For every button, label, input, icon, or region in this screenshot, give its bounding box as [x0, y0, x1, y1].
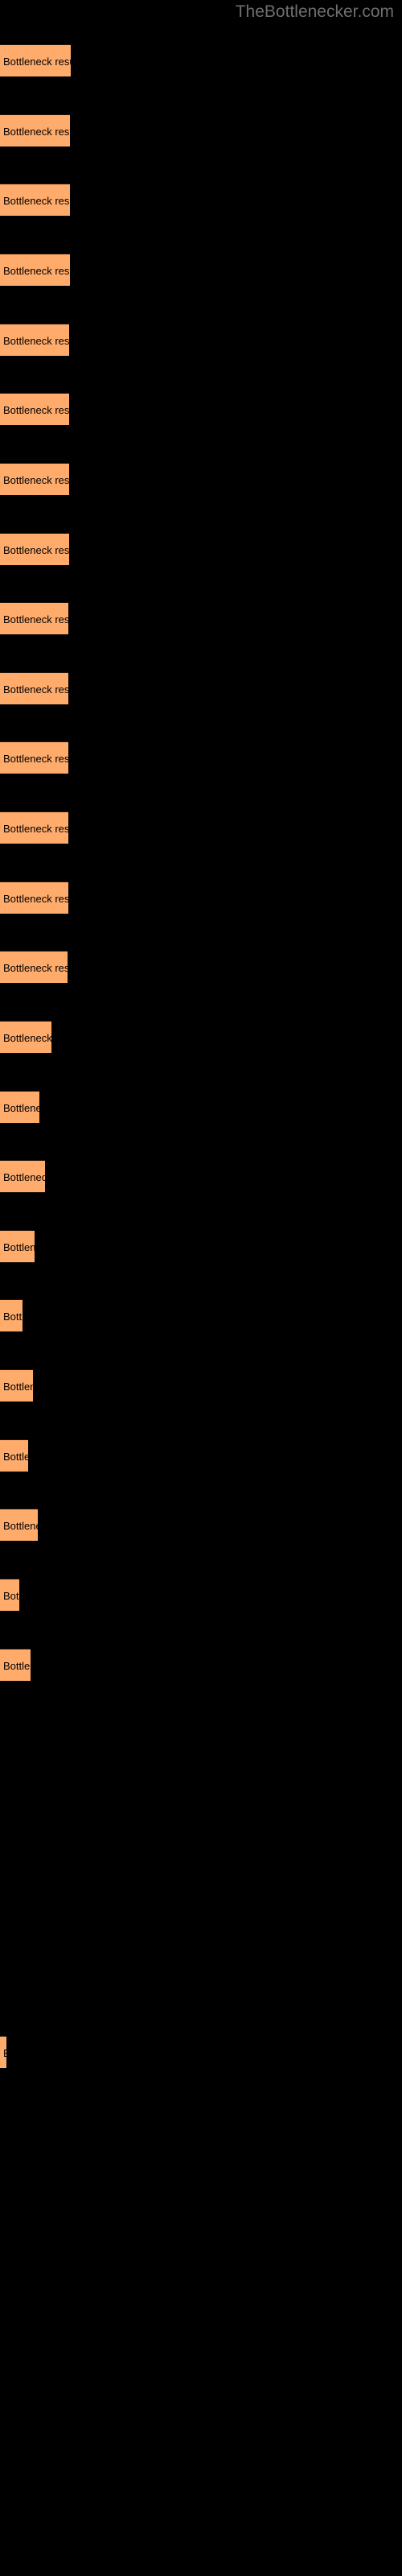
bar[interactable]: Bottleneck result	[0, 1439, 28, 1472]
bar-row: Bottleneck result	[0, 2036, 6, 2069]
bar[interactable]: Bottleneck result	[0, 1579, 19, 1611]
bar-row: Bottleneck result	[0, 184, 70, 217]
plot-area: Bottleneck result Bottleneck result Bottle…	[0, 0, 402, 2576]
bar-row: Bottleneck result	[0, 114, 70, 147]
bar-label: Bottleneck result	[3, 1520, 38, 1532]
bar-row: Bottleneck result	[0, 1649, 31, 1682]
bar-label: Bottleneck result	[3, 474, 69, 486]
bar-label: Bottleneck result	[3, 404, 69, 416]
bar-row: Bottleneck result	[0, 811, 68, 844]
bar-label: Bottleneck result	[3, 1171, 45, 1183]
bar[interactable]: Bottleneck result	[0, 881, 68, 914]
bar[interactable]: Bottleneck result	[0, 2036, 6, 2068]
bar-row: Bottleneck result	[0, 1509, 38, 1542]
bar-label: Bottleneck result	[3, 1241, 35, 1253]
bar[interactable]: Bottleneck result	[0, 184, 70, 216]
bar[interactable]: Bottleneck result	[0, 393, 69, 425]
bar-row: Bottleneck result	[0, 1369, 33, 1402]
bar-label: Bottleneck result	[3, 335, 69, 347]
bar-label: Bottleneck result	[3, 613, 68, 625]
bar-row: Bottleneck result	[0, 324, 69, 357]
bar-label: Bottleneck result	[3, 56, 71, 68]
bar-label: Bottleneck result	[3, 1590, 19, 1602]
bar-row: Bottleneck result	[0, 393, 69, 426]
bar[interactable]: Bottleneck result	[0, 1649, 31, 1681]
bar-row: Bottleneck result	[0, 1091, 39, 1124]
bar-label: Bottleneck result	[3, 1311, 23, 1323]
bar-row: Bottleneck result	[0, 1230, 35, 1263]
bar[interactable]: Bottleneck result	[0, 44, 71, 76]
bar-row: Bottleneck result	[0, 44, 71, 77]
bar[interactable]: Bottleneck result	[0, 1091, 39, 1123]
bar[interactable]: Bottleneck result	[0, 1509, 38, 1541]
bar[interactable]: Bottleneck result	[0, 463, 69, 495]
bar-row: Bottleneck result	[0, 1021, 51, 1054]
bar-label: Bottleneck result	[3, 2037, 6, 2068]
bar[interactable]: Bottleneck result	[0, 254, 70, 286]
bar-label: Bottleneck result	[3, 683, 68, 696]
bar-row: Bottleneck result	[0, 254, 70, 287]
bar-label: Bottleneck result	[3, 195, 70, 207]
bar-row: Bottleneck result	[0, 533, 69, 566]
bar-row: Bottleneck result	[0, 1299, 23, 1332]
bar-row: Bottleneck result	[0, 881, 68, 914]
bar-label: Bottleneck result	[3, 1381, 33, 1393]
bar-label: Bottleneck result	[3, 962, 68, 974]
bar-row: Bottleneck result	[0, 1439, 28, 1472]
bar-row: Bottleneck result	[0, 741, 68, 774]
bar-label: Bottleneck result	[3, 753, 68, 765]
bar-label: Bottleneck result	[3, 893, 68, 905]
bar[interactable]: Bottleneck result	[0, 1299, 23, 1331]
bar[interactable]: Bottleneck result	[0, 602, 68, 634]
bar-row: Bottleneck result	[0, 463, 69, 496]
bar-label: Bottleneck result	[3, 544, 69, 556]
bar[interactable]: Bottleneck result	[0, 811, 68, 844]
bar[interactable]: Bottleneck result	[0, 672, 68, 704]
bar-label: Bottleneck result	[3, 1451, 28, 1463]
bar-label: Bottleneck result	[3, 265, 70, 277]
bar-row: Bottleneck result	[0, 1579, 19, 1612]
bar[interactable]: Bottleneck result	[0, 533, 69, 565]
bar-row: Bottleneck result	[0, 1160, 45, 1193]
bar[interactable]: Bottleneck result	[0, 324, 69, 356]
bar-label: Bottleneck result	[3, 1102, 39, 1114]
bar-label: Bottleneck result	[3, 126, 70, 138]
bar-label: Bottleneck result	[3, 1032, 51, 1044]
bar[interactable]: Bottleneck result	[0, 1021, 51, 1053]
bottleneck-chart: TheBottlenecker.com Bottleneck resultBot…	[0, 0, 402, 2576]
bar-row: Bottleneck result	[0, 951, 68, 984]
bar-label: Bottleneck result	[3, 823, 68, 835]
bar[interactable]: Bottleneck result	[0, 1160, 45, 1192]
bar[interactable]: Bottleneck result	[0, 951, 68, 983]
bar[interactable]: Bottleneck result	[0, 1369, 33, 1402]
bar-row: Bottleneck result	[0, 672, 68, 705]
bar-row: Bottleneck result	[0, 602, 68, 635]
bar[interactable]: Bottleneck result	[0, 114, 70, 147]
bar-label: Bottleneck result	[3, 1660, 31, 1672]
bar[interactable]: Bottleneck result	[0, 741, 68, 774]
bar[interactable]: Bottleneck result	[0, 1230, 35, 1262]
